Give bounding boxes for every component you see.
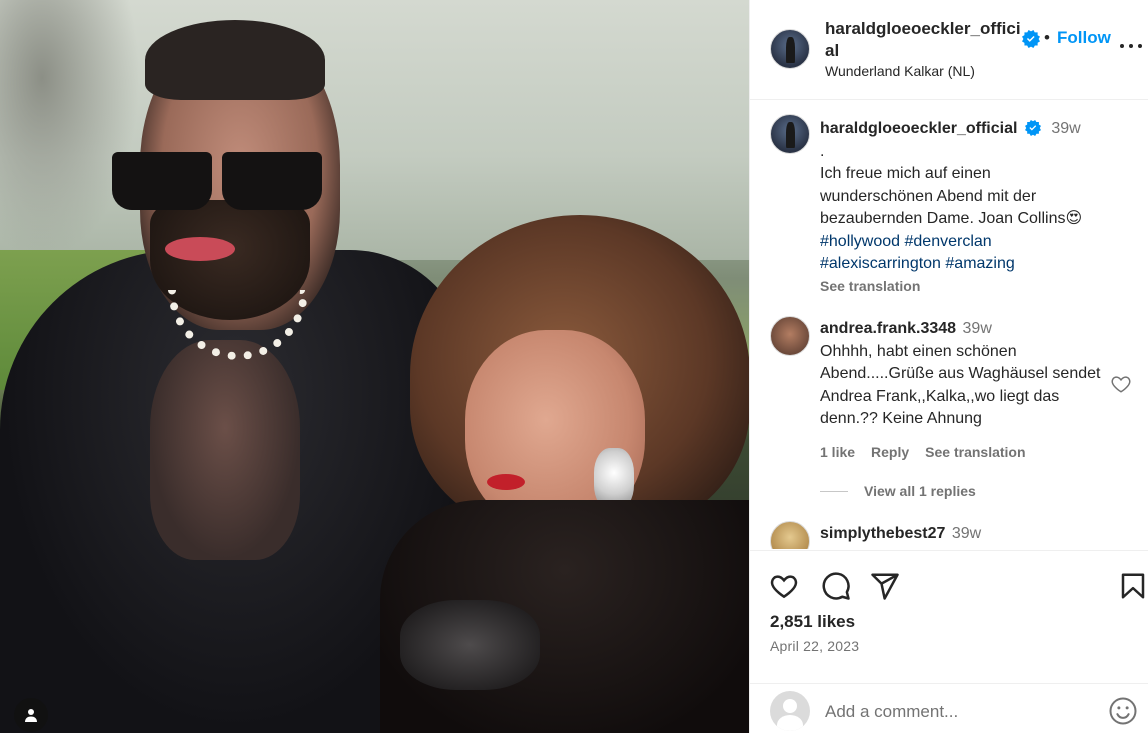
- emoji-icon[interactable]: [1108, 696, 1138, 726]
- like-button[interactable]: [768, 570, 800, 602]
- view-replies-link[interactable]: View all 1 replies: [820, 483, 976, 499]
- heart-icon: [770, 575, 798, 599]
- caption-line: bezaubernden Dame. Joan Collins😍: [820, 210, 1083, 227]
- paper-plane-icon: [871, 573, 899, 600]
- comment-time[interactable]: 39w: [952, 525, 981, 542]
- follow-button[interactable]: Follow: [1057, 28, 1111, 48]
- post-side-panel: haraldgloeoeckler_official • Follow Wund…: [749, 0, 1148, 733]
- see-translation-link[interactable]: See translation: [820, 277, 1120, 295]
- user-tag-button[interactable]: [14, 698, 48, 732]
- comment-text: Ohhhh, habt einen schönen Abend.....Grüß…: [820, 342, 1101, 428]
- share-button[interactable]: [869, 570, 901, 602]
- bookmark-icon: [1121, 573, 1145, 599]
- caption-time[interactable]: 39w: [1051, 120, 1080, 137]
- caption-line: .: [820, 142, 825, 160]
- comment-bubble-icon: [822, 572, 850, 600]
- post-actions: 2,851 likes April 22, 2023: [750, 550, 1148, 683]
- post-location[interactable]: Wunderland Kalkar (NL): [825, 63, 975, 79]
- post-header: haraldgloeoeckler_official • Follow Wund…: [750, 0, 1148, 100]
- person-icon: [25, 709, 37, 722]
- add-comment-input[interactable]: [825, 697, 1095, 727]
- commenter-avatar[interactable]: [770, 316, 810, 356]
- author-username[interactable]: haraldgloeoeckler_official: [825, 18, 1025, 62]
- more-options-icon[interactable]: [1120, 42, 1142, 50]
- comment-time[interactable]: 39w: [963, 320, 992, 337]
- photo-sunglasses: [112, 152, 322, 210]
- photo-man-chest: [150, 340, 300, 560]
- separator-dot: •: [1044, 28, 1050, 47]
- verified-badge-icon: [1024, 120, 1041, 136]
- caption-line: wunderschönen Abend mit der: [820, 187, 1037, 205]
- save-button[interactable]: [1117, 570, 1148, 602]
- current-user-avatar: [770, 691, 810, 731]
- post-photo[interactable]: [0, 0, 749, 733]
- verified-badge-icon: [1022, 30, 1040, 50]
- photo-man-lips: [165, 237, 235, 261]
- photo-man-hair: [145, 20, 325, 100]
- photo-glove: [400, 600, 540, 690]
- see-translation-link[interactable]: See translation: [925, 441, 1025, 464]
- post-date[interactable]: April 22, 2023: [770, 638, 859, 654]
- commenter-avatar[interactable]: [770, 521, 810, 549]
- caption-avatar[interactable]: [770, 114, 810, 154]
- reply-button[interactable]: Reply: [871, 441, 909, 464]
- caption-line: Ich freue mich auf einen: [820, 165, 991, 182]
- caption-username[interactable]: haraldgloeoeckler_official: [820, 120, 1017, 137]
- comment-button[interactable]: [820, 570, 852, 602]
- likes-count[interactable]: 2,851 likes: [770, 612, 855, 632]
- add-comment-bar: [750, 683, 1148, 733]
- caption-hashtags[interactable]: #hollywood #denverclan: [820, 231, 1120, 254]
- commenter-username[interactable]: simplythebest27: [820, 525, 945, 542]
- comment-likes[interactable]: 1 like: [820, 441, 855, 464]
- comment-like-heart-icon[interactable]: [1110, 373, 1132, 395]
- commenter-username[interactable]: andrea.frank.3348: [820, 320, 956, 337]
- photo-woman-lips: [487, 474, 525, 490]
- photo-tree: [0, 0, 140, 260]
- author-avatar[interactable]: [770, 29, 810, 69]
- comments-list[interactable]: haraldgloeoeckler_official 39w . Ich fre…: [750, 101, 1148, 549]
- caption-hashtags[interactable]: #alexiscarrington #amazing: [820, 253, 1120, 276]
